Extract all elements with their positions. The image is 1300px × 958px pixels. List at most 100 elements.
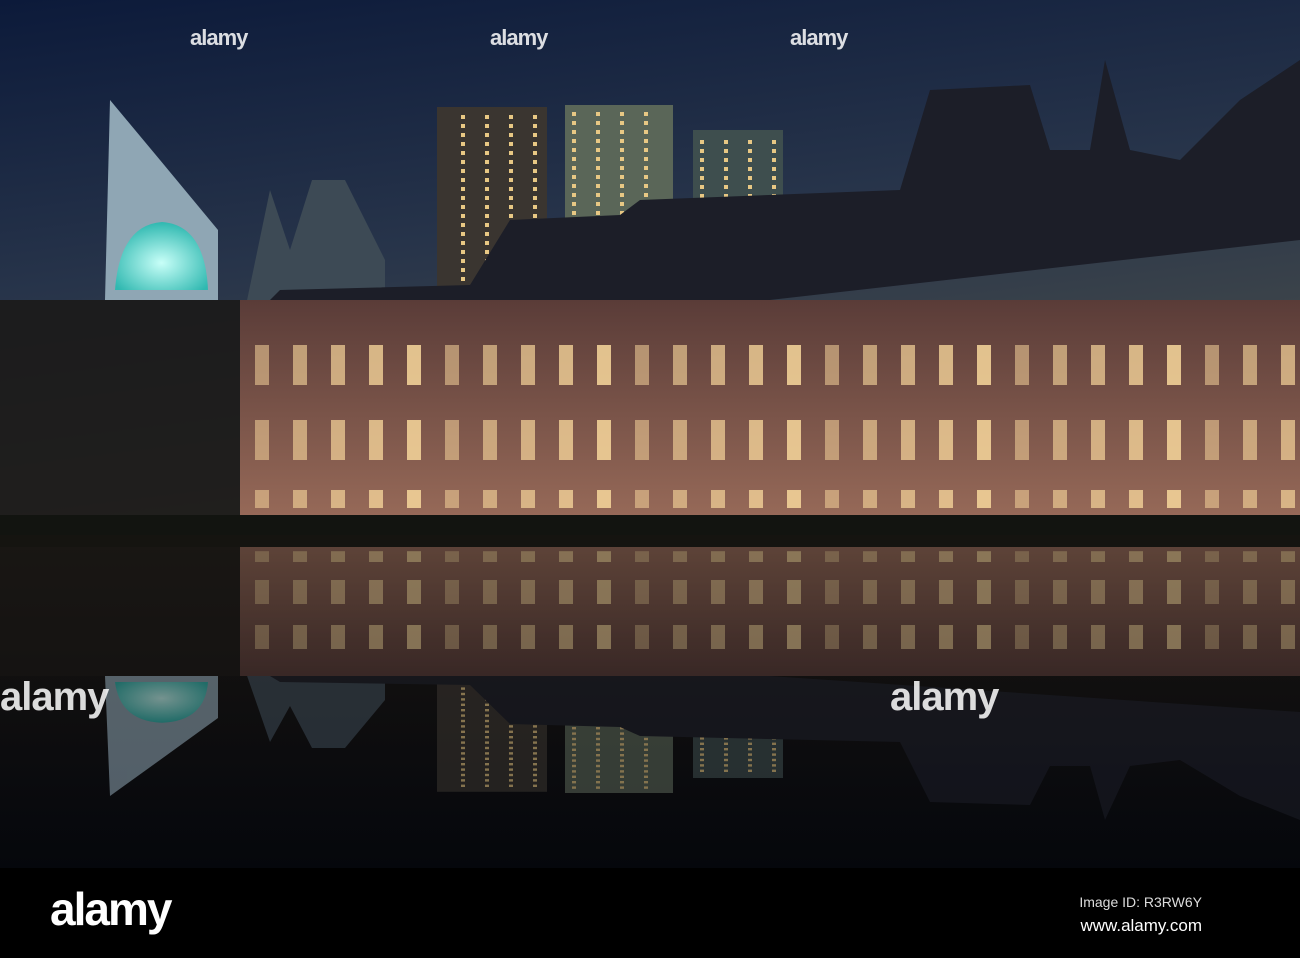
- tower-window: [509, 779, 513, 782]
- tower-window: [461, 268, 465, 272]
- tower-window: [620, 743, 624, 746]
- window: [1015, 551, 1029, 562]
- tower-window: [700, 167, 704, 171]
- tower-window: [620, 754, 624, 757]
- window: [749, 580, 763, 604]
- window: [825, 420, 839, 460]
- window: [445, 490, 459, 508]
- tower-window: [461, 169, 465, 173]
- tower-window: [572, 743, 576, 746]
- tower-window: [461, 241, 465, 245]
- window: [1243, 345, 1257, 385]
- window: [331, 625, 345, 649]
- tower-window: [620, 748, 624, 751]
- window: [863, 551, 877, 562]
- window: [559, 490, 573, 508]
- window: [1091, 490, 1105, 508]
- tower-window: [748, 176, 752, 180]
- tower-window: [533, 763, 537, 766]
- window: [711, 580, 725, 604]
- window: [711, 420, 725, 460]
- window: [483, 345, 497, 385]
- tower-window: [485, 784, 489, 787]
- window: [1281, 490, 1295, 508]
- tower-window: [509, 115, 513, 119]
- window: [407, 490, 421, 508]
- window: [369, 580, 383, 604]
- tower-window: [596, 202, 600, 206]
- tower-window: [772, 748, 776, 751]
- tower-window: [461, 773, 465, 777]
- tower-window: [485, 169, 489, 173]
- tower-window: [461, 698, 465, 701]
- tower-window: [509, 214, 513, 218]
- tower-window: [724, 769, 728, 772]
- tower-window: [485, 115, 489, 119]
- trees-left: [0, 538, 240, 676]
- window: [635, 345, 649, 385]
- tower-window: [596, 770, 600, 773]
- tower-window: [644, 193, 648, 197]
- window: [1015, 580, 1029, 604]
- tower-window: [533, 196, 537, 200]
- window: [293, 420, 307, 460]
- tower-window: [724, 185, 728, 189]
- tower-window: [509, 169, 513, 173]
- window: [1129, 420, 1143, 460]
- watermark: alamy: [190, 25, 248, 50]
- tower-window: [572, 112, 576, 116]
- tower-window: [572, 130, 576, 134]
- tower-window: [748, 158, 752, 162]
- window: [1091, 625, 1105, 649]
- tower-window: [461, 142, 465, 146]
- tower-window: [620, 786, 624, 789]
- tower-window: [533, 746, 537, 750]
- tower-window: [748, 748, 752, 751]
- tower-window: [509, 205, 513, 209]
- shore: [0, 515, 1300, 535]
- tower-window: [485, 196, 489, 200]
- tower-window: [533, 725, 537, 728]
- tower-window: [485, 709, 489, 712]
- tower-window: [533, 187, 537, 191]
- tower-window: [461, 250, 465, 254]
- window: [1281, 420, 1295, 460]
- tower-window: [533, 768, 537, 771]
- tower-window: [620, 130, 624, 134]
- tower-window: [620, 139, 624, 143]
- tower-window: [533, 169, 537, 173]
- window: [673, 490, 687, 508]
- window: [559, 580, 573, 604]
- tower-window: [772, 158, 776, 162]
- tower-window: [485, 160, 489, 164]
- tower-window: [461, 692, 465, 696]
- window: [331, 551, 345, 562]
- tower-window: [644, 148, 648, 152]
- tower-window: [485, 187, 489, 191]
- window: [1243, 580, 1257, 604]
- window: [445, 420, 459, 460]
- tower-window: [700, 753, 704, 756]
- tower-window: [596, 184, 600, 188]
- window: [673, 625, 687, 649]
- window: [445, 625, 459, 649]
- tower-window: [572, 211, 576, 215]
- tower-window: [572, 748, 576, 751]
- tower-window: [572, 764, 576, 768]
- tower-window: [724, 758, 728, 762]
- tower-window: [509, 187, 513, 191]
- tower-window: [620, 764, 624, 768]
- tower-window: [485, 178, 489, 182]
- tower-window: [533, 779, 537, 782]
- window: [255, 580, 269, 604]
- tower-window: [596, 157, 600, 161]
- window: [293, 551, 307, 562]
- window: [1167, 580, 1181, 604]
- tower-window: [461, 178, 465, 182]
- watermark: alamy: [790, 25, 848, 50]
- tower-window: [596, 148, 600, 152]
- tower-window: [596, 737, 600, 741]
- window: [635, 625, 649, 649]
- tower-window: [485, 757, 489, 760]
- window: [711, 345, 725, 385]
